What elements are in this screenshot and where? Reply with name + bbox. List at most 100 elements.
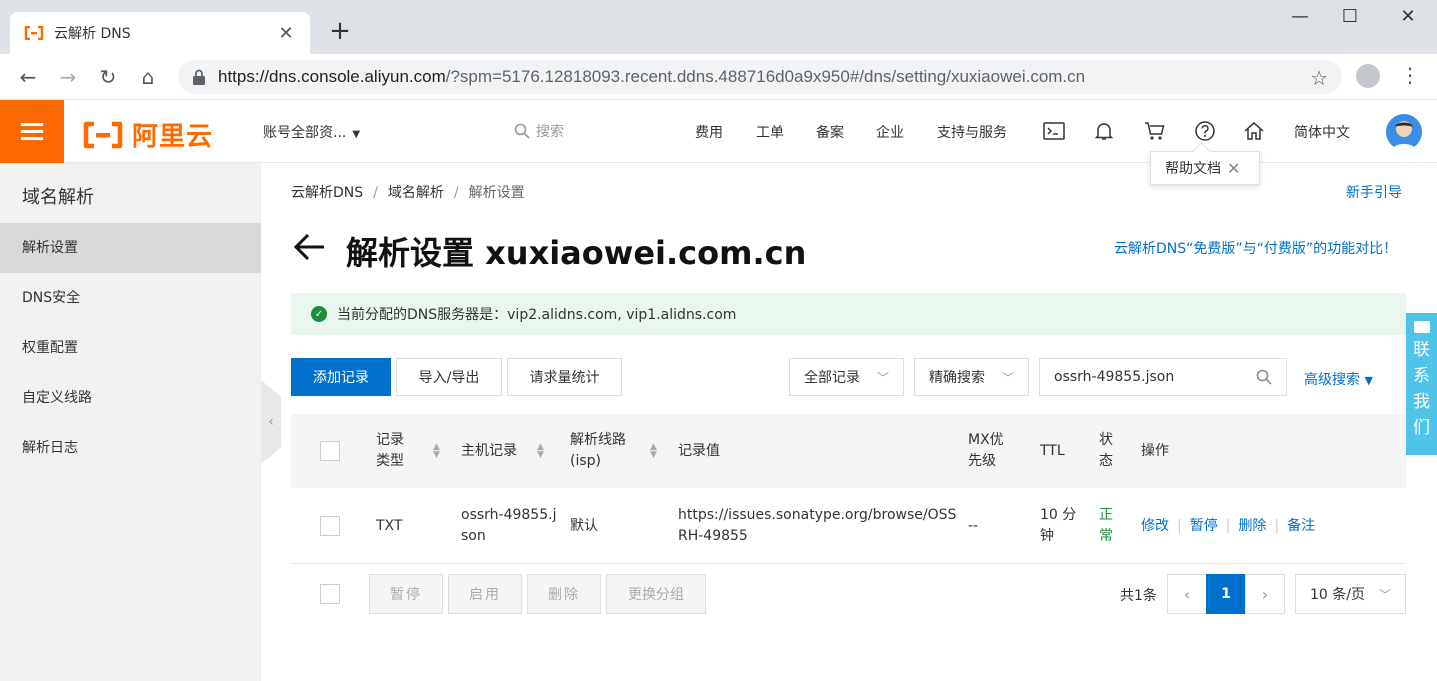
language-switch[interactable]: 简体中文 xyxy=(1294,122,1350,142)
tab-close-icon[interactable]: ✕ xyxy=(276,23,296,44)
contact-text: 联系我们 xyxy=(1413,337,1430,441)
footer-select-all-checkbox[interactable] xyxy=(320,584,340,604)
advanced-search-link[interactable]: 高级搜索 ▼ xyxy=(1304,369,1373,389)
pause-link[interactable]: 暂停 xyxy=(1190,518,1218,534)
help-icon[interactable] xyxy=(1192,118,1218,144)
tooltip-close-icon[interactable]: ✕ xyxy=(1227,159,1240,178)
browser-tab[interactable]: 云解析 DNS ✕ xyxy=(10,12,310,54)
header-ttl: TTL xyxy=(1040,443,1065,459)
select-all-checkbox[interactable] xyxy=(320,441,340,461)
bell-icon[interactable] xyxy=(1091,118,1117,144)
delete-link[interactable]: 删除 xyxy=(1238,518,1266,534)
nav-filing[interactable]: 备案 xyxy=(816,122,844,142)
header-value: 记录值 xyxy=(678,443,720,459)
contact-char: 们 xyxy=(1413,418,1430,438)
sort-icon[interactable]: ▲ ▼ xyxy=(433,443,440,460)
next-page-icon[interactable]: › xyxy=(1245,574,1285,614)
header-host[interactable]: 主机记录 xyxy=(461,441,517,462)
total-count: 共1条 xyxy=(1120,588,1157,604)
maximize-icon[interactable]: ☐ xyxy=(1330,6,1370,27)
beginner-guide-link[interactable]: 新手引导 xyxy=(1346,182,1402,202)
nav-fees[interactable]: 费用 xyxy=(695,122,723,142)
aliyun-logo[interactable]: 阿里云 xyxy=(82,116,213,153)
breadcrumb-domain[interactable]: 域名解析 xyxy=(388,185,444,201)
message-icon xyxy=(1413,321,1430,333)
aliyun-logo-icon xyxy=(83,121,123,148)
tab-title: 云解析 DNS xyxy=(54,26,131,42)
home-nav-icon[interactable] xyxy=(1241,118,1267,144)
nav-tickets[interactable]: 工单 xyxy=(756,122,784,142)
record-filter-select[interactable]: 全部记录 ﹀ xyxy=(789,358,904,396)
breadcrumb: 云解析DNS / 域名解析 / 解析设置 xyxy=(291,185,525,201)
breadcrumb-current: 解析设置 xyxy=(468,185,525,201)
global-search[interactable]: 搜索 xyxy=(514,121,564,141)
account-dropdown[interactable]: 账号全部资... ▼ xyxy=(263,122,360,142)
batch-delete-button[interactable]: 删除 xyxy=(527,574,601,614)
contact-us-button[interactable]: 联系我们 xyxy=(1406,313,1437,455)
new-tab-icon[interactable]: + xyxy=(326,18,354,46)
import-export-button[interactable]: 导入/导出 xyxy=(396,358,502,396)
breadcrumb-dns[interactable]: 云解析DNS xyxy=(291,185,363,201)
cart-icon[interactable] xyxy=(1142,118,1168,144)
add-record-button[interactable]: 添加记录 xyxy=(291,358,391,396)
sidebar-item-record-settings[interactable]: 解析设置 xyxy=(0,223,261,273)
remark-link[interactable]: 备注 xyxy=(1287,518,1315,534)
address-bar: ← → ↻ ⌂ https://dns.console.aliyun.com/?… xyxy=(0,54,1437,100)
cell-host: ossrh-49855.j son xyxy=(461,507,557,544)
reload-icon[interactable]: ↻ xyxy=(94,63,122,91)
back-icon[interactable]: ← xyxy=(14,63,42,91)
header-line[interactable]: 解析线路 (isp) xyxy=(570,430,626,472)
forward-icon[interactable]: → xyxy=(54,63,82,91)
bookmark-star-icon[interactable]: ☆ xyxy=(1310,66,1328,90)
header-record-type[interactable]: 记录 类型 xyxy=(376,430,404,472)
browser-menu-icon[interactable]: ⋮ xyxy=(1400,62,1420,88)
menu-icon[interactable] xyxy=(0,100,64,163)
sidebar-item-weight-config[interactable]: 权重配置 xyxy=(0,323,261,373)
sidebar-collapse-icon[interactable]: ‹ xyxy=(261,380,281,464)
batch-pause-button[interactable]: 暂停 xyxy=(369,574,443,614)
version-compare-link[interactable]: 云解析DNS“免费版”与“付费版”的功能对比！ xyxy=(1114,238,1397,258)
close-window-icon[interactable]: ✕ xyxy=(1388,6,1428,27)
sort-icon[interactable]: ▲ ▼ xyxy=(650,443,657,460)
sort-icon[interactable]: ▲ ▼ xyxy=(537,443,544,460)
sidebar-item-dns-security[interactable]: DNS安全 xyxy=(0,273,261,323)
cell-status: 正 常 xyxy=(1099,507,1113,544)
batch-enable-button[interactable]: 启用 xyxy=(448,574,522,614)
url-text: https://dns.console.aliyun.com/?spm=5176… xyxy=(218,67,1086,86)
prev-page-icon[interactable]: ‹ xyxy=(1167,574,1207,614)
sidebar: 域名解析 解析设置 DNS安全 权重配置 自定义线路 解析日志 xyxy=(0,163,261,681)
chevron-down-icon: ﹀ xyxy=(1378,587,1391,602)
record-search-input[interactable]: ossrh-49855.json xyxy=(1039,358,1287,396)
page-1-button[interactable]: 1 xyxy=(1206,574,1246,614)
search-icon xyxy=(514,123,530,139)
header-status: 状 态 xyxy=(1099,432,1113,469)
page-title: 解析设置 xuxiaowei.com.cn xyxy=(346,234,807,272)
check-circle-icon: ✓ xyxy=(311,306,327,322)
minimize-icon[interactable]: — xyxy=(1280,6,1320,27)
aliyun-favicon-icon xyxy=(24,26,44,40)
profile-avatar-icon[interactable] xyxy=(1356,64,1380,88)
sidebar-item-resolve-logs[interactable]: 解析日志 xyxy=(0,423,261,473)
page-size-select[interactable]: 10 条/页 ﹀ xyxy=(1295,574,1406,614)
sidebar-item-custom-lines[interactable]: 自定义线路 xyxy=(0,373,261,423)
dns-server-alert: ✓ 当前分配的DNS服务器是：vip2.alidns.com, vip1.ali… xyxy=(291,293,1406,335)
row-checkbox[interactable] xyxy=(320,516,340,536)
request-stats-button[interactable]: 请求量统计 xyxy=(507,358,622,396)
header-ops: 操作 xyxy=(1141,443,1169,459)
nav-enterprise[interactable]: 企业 xyxy=(876,122,904,142)
back-arrow-icon[interactable] xyxy=(292,230,326,264)
home-icon[interactable]: ⌂ xyxy=(134,63,162,91)
nav-support[interactable]: 支持与服务 xyxy=(937,122,1007,142)
chevron-down-icon: ﹀ xyxy=(1001,370,1014,385)
url-input[interactable]: https://dns.console.aliyun.com/?spm=5176… xyxy=(178,60,1342,94)
caret-down-icon: ▼ xyxy=(1364,374,1373,387)
edit-link[interactable]: 修改 xyxy=(1141,518,1169,534)
search-mode-select[interactable]: 精确搜索 ﹀ xyxy=(914,358,1029,396)
terminal-icon[interactable] xyxy=(1041,118,1067,144)
change-group-button[interactable]: 更换分组 xyxy=(606,574,706,614)
caret-down-icon: ▼ xyxy=(352,129,361,140)
user-avatar[interactable] xyxy=(1386,114,1422,150)
search-icon[interactable] xyxy=(1256,369,1272,385)
cell-line: 默认 xyxy=(570,518,598,534)
cell-ttl: 10 分 钟 xyxy=(1040,507,1077,544)
